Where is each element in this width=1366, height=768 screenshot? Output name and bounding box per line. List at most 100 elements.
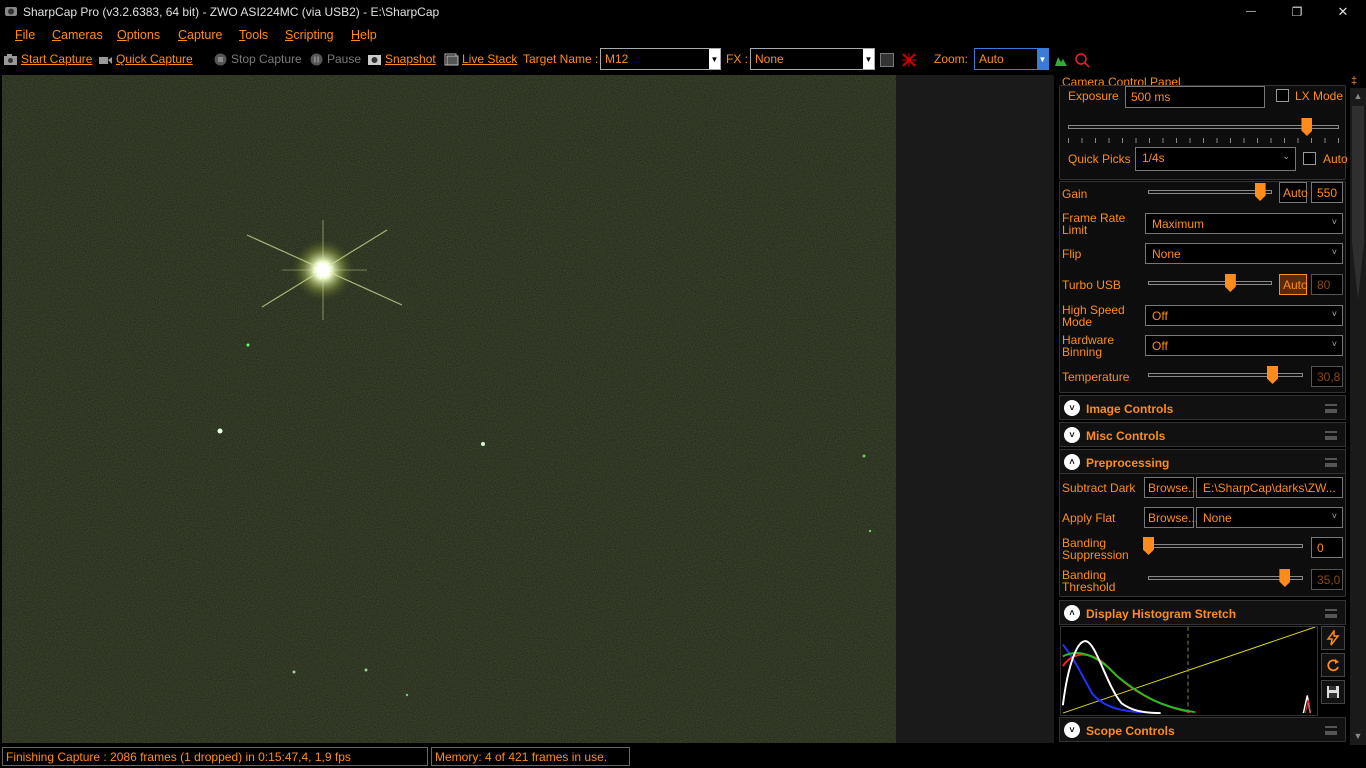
flip-label: Flip	[1062, 247, 1082, 261]
menu-file[interactable]: File	[15, 28, 35, 42]
stop-capture-button[interactable]: Stop Capture	[213, 52, 302, 66]
scroll-down-icon[interactable]: ▼	[1350, 728, 1366, 744]
star	[868, 529, 872, 533]
lightning-icon	[1326, 630, 1340, 646]
banding-threshold-label-line2: Threshold	[1062, 580, 1116, 594]
fx-settings-icon[interactable]	[880, 53, 894, 67]
zoom-combo[interactable]: Auto ▼	[974, 48, 1049, 70]
fx-clear-icon[interactable]	[901, 52, 917, 68]
quick-picks-dropdown[interactable]: 1/4s ⌄	[1135, 147, 1296, 171]
status-bar: Finishing Capture : 2086 frames (1 dropp…	[0, 745, 1366, 768]
apply-flat-browse-button[interactable]: Browse...	[1144, 507, 1198, 528]
maximize-button[interactable]: ❐	[1274, 0, 1320, 23]
subtract-dark-dropdown[interactable]: E:\SharpCap\darks\ZW...	[1196, 477, 1343, 498]
quick-picks-label: Quick Picks	[1068, 152, 1131, 166]
histogram-stretch-graph[interactable]	[1060, 626, 1318, 716]
frame-rate-dropdown[interactable]: Maximum ˅	[1145, 213, 1343, 234]
turbo-usb-auto-button[interactable]: Auto	[1279, 274, 1308, 295]
gain-value-field[interactable]: 550	[1311, 182, 1343, 203]
subtract-dark-label: Subtract Dark	[1062, 481, 1136, 495]
gain-slider-thumb[interactable]	[1254, 183, 1266, 201]
menu-scripting[interactable]: Scripting	[285, 28, 334, 42]
chevron-down-icon: ˅	[1331, 309, 1337, 319]
turbo-usb-slider-track[interactable]	[1148, 281, 1272, 285]
chevron-down-icon: ˅	[1331, 247, 1337, 257]
drag-handle-icon[interactable]	[1325, 404, 1337, 413]
hardware-binning-dropdown[interactable]: Off ˅	[1145, 335, 1343, 356]
preprocessing-header[interactable]: ˄ Preprocessing	[1059, 449, 1346, 474]
gain-auto-button[interactable]: Auto	[1279, 182, 1308, 203]
display-histogram-stretch-title: Display Histogram Stretch	[1086, 607, 1237, 621]
menu-help[interactable]: Help	[351, 28, 377, 42]
chevron-down-icon: ˅	[1331, 511, 1337, 521]
pin-icon[interactable]: ‡	[1351, 75, 1357, 87]
focus-assistant-icon[interactable]	[1074, 52, 1090, 68]
exposure-label: Exposure	[1068, 89, 1119, 103]
menu-options[interactable]: Options	[117, 28, 160, 42]
scope-controls-header[interactable]: ˅ Scope Controls	[1059, 717, 1346, 742]
drag-handle-icon[interactable]	[1325, 431, 1337, 440]
turbo-usb-label: Turbo USB	[1062, 278, 1121, 292]
window-title: SharpCap Pro (v3.2.6383, 64 bit) - ZWO A…	[23, 5, 440, 19]
panel-scrollbar[interactable]: ▲ ▼	[1350, 88, 1366, 745]
minimize-icon: —	[1246, 6, 1256, 17]
exposure-slider-thumb[interactable]	[1301, 118, 1313, 136]
star-field-image	[2, 75, 896, 743]
reset-icon	[1327, 659, 1339, 672]
display-histogram-stretch-header[interactable]: ˄ Display Histogram Stretch	[1059, 600, 1346, 625]
target-name-combo[interactable]: M12 ▼	[600, 48, 721, 70]
camera-image-viewer[interactable]	[2, 75, 896, 743]
auto-stretch-button[interactable]	[1321, 626, 1345, 650]
pause-icon	[310, 53, 323, 65]
subtract-dark-browse-button[interactable]: Browse...	[1144, 477, 1198, 498]
target-name-label: Target Name :	[523, 52, 599, 66]
preprocessing-group: Subtract Dark Browse... E:\SharpCap\dark…	[1059, 474, 1346, 597]
chevron-up-icon: ˄	[1064, 454, 1080, 470]
turbo-usb-slider-thumb[interactable]	[1224, 274, 1236, 292]
flip-dropdown[interactable]: None ˅	[1145, 243, 1343, 264]
banding-suppression-slider-track[interactable]	[1148, 544, 1303, 548]
histogram-plot	[1061, 626, 1316, 715]
snapshot-button[interactable]: Snapshot	[367, 52, 436, 66]
drag-handle-icon[interactable]	[1325, 726, 1337, 735]
gain-slider-track[interactable]	[1148, 190, 1272, 194]
banding-suppression-slider-thumb[interactable]	[1143, 537, 1154, 555]
menu-tools[interactable]: Tools	[239, 28, 268, 42]
exposure-slider-track[interactable]	[1068, 125, 1339, 129]
memory-status: Memory: 4 of 421 frames in use.	[431, 747, 630, 766]
minimize-button[interactable]: —	[1228, 0, 1274, 23]
image-controls-header[interactable]: ˅ Image Controls	[1059, 395, 1346, 420]
image-controls-title: Image Controls	[1086, 402, 1174, 416]
live-stack-button[interactable]: Live Stack	[444, 52, 517, 66]
scroll-up-icon[interactable]: ▲	[1350, 88, 1366, 104]
banding-threshold-slider-thumb	[1279, 569, 1291, 587]
scope-controls-title: Scope Controls	[1086, 724, 1175, 738]
misc-controls-header[interactable]: ˅ Misc Controls	[1059, 422, 1346, 447]
menu-cameras[interactable]: Cameras	[52, 28, 103, 42]
lx-mode-checkbox[interactable]	[1276, 89, 1289, 102]
temperature-slider-track	[1148, 373, 1303, 377]
quick-capture-button[interactable]: Quick Capture	[98, 52, 193, 66]
save-stretch-button[interactable]	[1321, 680, 1345, 704]
drag-handle-icon[interactable]	[1325, 609, 1337, 618]
temperature-label: Temperature	[1062, 370, 1130, 384]
close-button[interactable]: ✕	[1320, 0, 1366, 23]
drag-handle-icon[interactable]	[1325, 458, 1337, 467]
chevron-down-icon: ˅	[1064, 400, 1080, 416]
pause-button[interactable]: Pause	[309, 52, 361, 66]
exposure-field[interactable]: 500 ms	[1125, 86, 1265, 108]
quick-picks-auto-checkbox[interactable]	[1303, 152, 1316, 165]
turbo-usb-value-field[interactable]: 80	[1311, 274, 1343, 295]
histogram-icon[interactable]	[1054, 53, 1068, 67]
camera-icon	[4, 53, 17, 65]
start-capture-button[interactable]: Start Capture	[3, 52, 92, 66]
fx-combo[interactable]: None ▼	[750, 48, 875, 70]
star	[292, 670, 296, 674]
zoom-label: Zoom:	[934, 52, 969, 66]
high-speed-mode-dropdown[interactable]: Off ˅	[1145, 305, 1343, 326]
scrollbar-thumb[interactable]	[1352, 106, 1364, 300]
reset-stretch-button[interactable]	[1321, 653, 1345, 677]
banding-suppression-value-field[interactable]: 0	[1311, 537, 1343, 558]
menu-capture[interactable]: Capture	[178, 28, 222, 42]
apply-flat-dropdown[interactable]: None ˅	[1196, 507, 1343, 528]
